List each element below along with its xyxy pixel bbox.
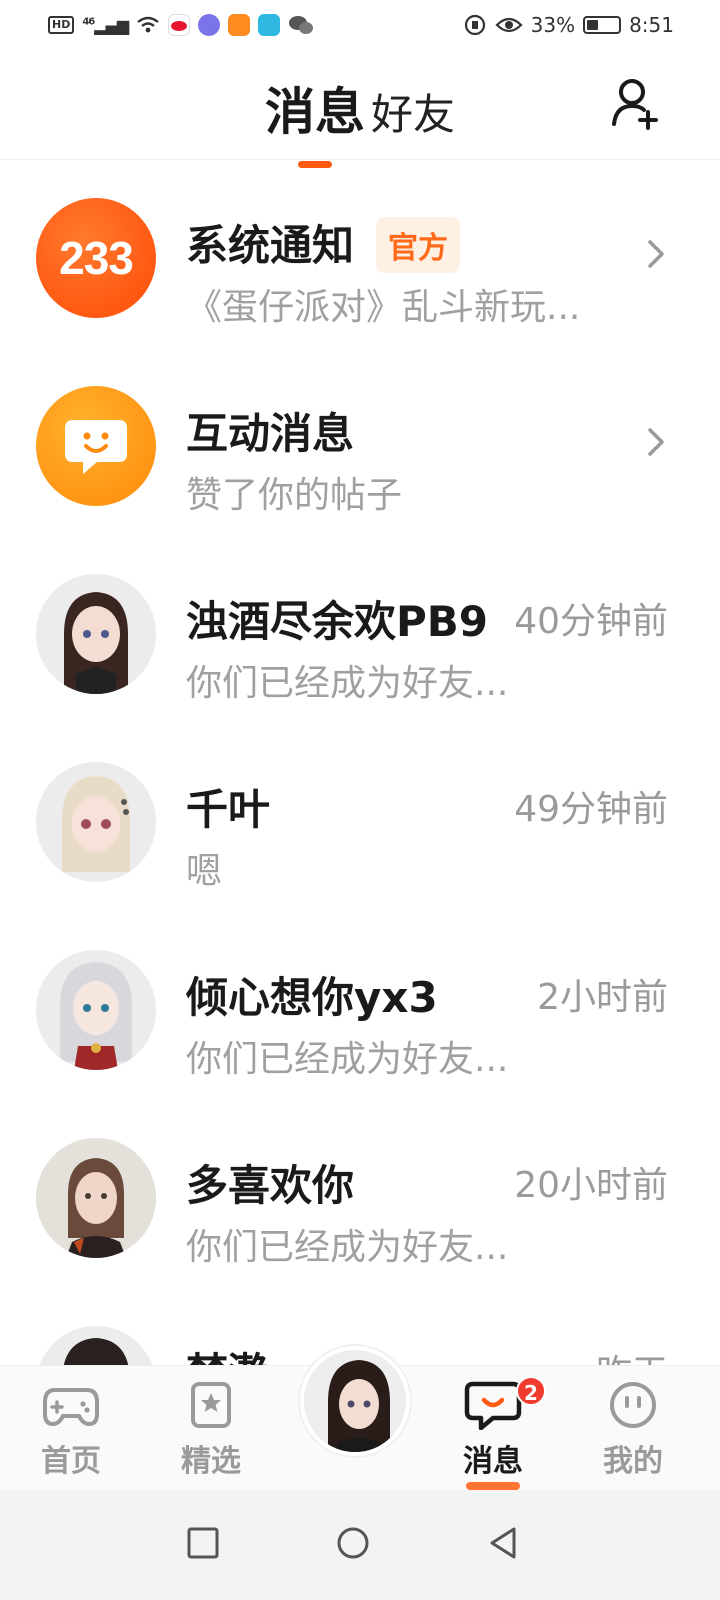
nav-profile[interactable]: 我的: [578, 1380, 688, 1480]
unread-badge: 2: [516, 1376, 546, 1406]
conversation-time: 49分钟前: [514, 789, 668, 830]
signal-icon: 46▂▄▆: [82, 15, 129, 35]
star-bookmark-icon: [191, 1382, 231, 1428]
conversation-preview: 《蛋仔派对》乱斗新玩...: [186, 287, 581, 328]
music-app-icon: [198, 14, 221, 36]
status-bar-right: 33% 8:51: [463, 13, 674, 37]
hd-indicator: HD: [48, 16, 75, 34]
message-icon: [464, 1381, 522, 1430]
nav-home[interactable]: 首页: [16, 1380, 126, 1480]
avatar[interactable]: [36, 950, 156, 1070]
conversation-name: 多喜欢你: [186, 1161, 355, 1210]
system-nav-bar: [0, 1490, 720, 1600]
nav-label: 精选: [181, 1444, 241, 1479]
recents-icon[interactable]: [186, 1526, 220, 1560]
chevron-right-icon: [648, 240, 664, 268]
rotation-lock-icon: [464, 14, 485, 36]
back-icon[interactable]: [486, 1526, 520, 1560]
header: 消息 好友: [0, 50, 720, 160]
conversation-name: 梦瀞: [186, 1340, 270, 1365]
wechat-icon: [289, 16, 314, 34]
video-app-icon: [228, 14, 251, 36]
avatar-text: 233: [59, 232, 134, 284]
chevron-right-icon: [648, 428, 664, 456]
conversation-preview: 你们已经成为好友...: [186, 663, 509, 704]
conversation-preview: 你们已经成为好友...: [186, 1039, 509, 1080]
nav-featured[interactable]: 精选: [156, 1380, 266, 1480]
tab-friends[interactable]: 好友: [371, 81, 455, 142]
system-avatar: 233: [36, 198, 156, 318]
battery-percent: 33%: [530, 13, 576, 37]
conversation-time: 20小时前: [514, 1165, 668, 1206]
conversation-preview: 赞了你的帖子: [186, 475, 403, 516]
conversation-name: 千叶: [186, 785, 271, 834]
tab-messages[interactable]: 消息: [265, 72, 365, 144]
conversation-row[interactable]: 多喜欢你 20小时前 你们已经成为好友...: [0, 1100, 720, 1288]
avatar[interactable]: [36, 762, 156, 882]
nav-label: 我的: [603, 1444, 663, 1479]
conversation-preview: 你们已经成为好友...: [186, 1227, 509, 1268]
conversation-time: 2小时前: [537, 977, 668, 1018]
conversation-interactions[interactable]: 互动消息 赞了你的帖子: [0, 348, 720, 536]
home-circle-icon[interactable]: [336, 1526, 370, 1560]
conversation-system-notice[interactable]: 233 系统通知 官方 《蛋仔派对》乱斗新玩...: [0, 160, 720, 348]
battery-icon: [583, 16, 622, 34]
status-bar-left: HD 46▂▄▆: [48, 14, 314, 36]
add-user-icon[interactable]: [608, 74, 664, 130]
nav-label: 消息: [438, 1436, 548, 1490]
conversation-name: 倾心想你yx3: [186, 973, 438, 1022]
nav-label: 首页: [41, 1444, 101, 1479]
bottom-nav: 首页 精选 消息 2 我的: [0, 1346, 720, 1490]
status-bar: HD 46▂▄▆ 33% 8:51: [0, 0, 720, 50]
avatar[interactable]: [36, 574, 156, 694]
clock: 8:51: [629, 13, 674, 37]
conversation-time: 40分钟前: [514, 601, 668, 642]
conversation-row[interactable]: 千叶 49分钟前 嗯: [0, 724, 720, 912]
sina-app-icon: [168, 14, 191, 36]
conversation-preview: 嗯: [186, 851, 223, 892]
avatar-center-button[interactable]: [300, 1346, 410, 1456]
conversation-list: 233 系统通知 官方 《蛋仔派对》乱斗新玩... 互动消息 赞了你的帖子 浊酒尽…: [0, 160, 720, 1365]
gamepad-icon: [43, 1388, 99, 1427]
conversation-name: 系统通知 官方: [186, 212, 461, 277]
conversation-name: 互动消息: [186, 409, 355, 458]
conversation-row[interactable]: 浊酒尽余欢PB9 40分钟前 你们已经成为好友...: [0, 536, 720, 724]
wifi-icon: [137, 16, 159, 33]
conversation-name: 浊酒尽余欢PB9: [186, 597, 489, 646]
face-icon: [610, 1382, 656, 1428]
conversation-time: 昨天: [596, 1344, 668, 1365]
smile-chat-icon: [36, 386, 156, 506]
avatar[interactable]: [36, 1138, 156, 1258]
eye-comfort-icon: [495, 17, 523, 33]
avatar[interactable]: [36, 1326, 156, 1365]
reader-app-icon: [258, 14, 281, 36]
official-badge: 官方: [376, 216, 461, 273]
conversation-row[interactable]: 倾心想你yx3 2小时前 你们已经成为好友...: [0, 912, 720, 1100]
